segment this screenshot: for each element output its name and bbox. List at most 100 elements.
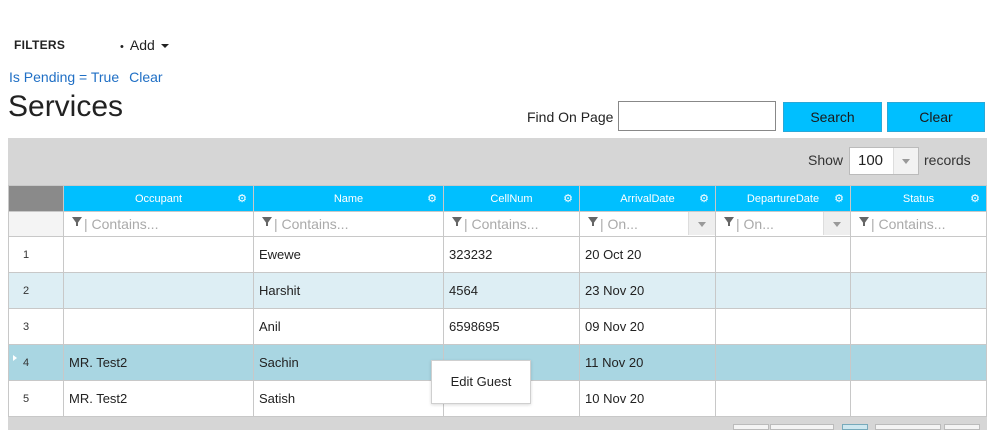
column-header-label: ArrivalDate <box>620 192 675 205</box>
chevron-down-icon[interactable] <box>823 212 850 235</box>
filter-cell-occupant[interactable]: | Contains... <box>63 211 254 237</box>
gear-icon[interactable]: ⚙ <box>699 192 709 205</box>
add-filter-label: Add <box>129 37 155 53</box>
filter-placeholder: | Contains... <box>274 216 349 232</box>
gear-icon[interactable]: ⚙ <box>237 192 247 205</box>
cell-status[interactable] <box>850 236 987 273</box>
cell-name[interactable]: Sachin <box>253 344 444 381</box>
cell-departuredate[interactable] <box>715 308 851 345</box>
column-header-label: Name <box>333 192 364 205</box>
filter-placeholder-text: Contains... <box>91 216 159 232</box>
search-button[interactable]: Search <box>783 102 882 132</box>
cell-occupant[interactable] <box>63 236 254 273</box>
cell-occupant[interactable]: MR. Test2 <box>63 380 254 417</box>
cell-cellnum[interactable]: 4564 <box>443 272 580 309</box>
cell-arrivaldate[interactable]: 23 Nov 20 <box>579 272 716 309</box>
column-header-status[interactable]: Status ⚙ <box>850 185 987 212</box>
filter-cell-status[interactable]: | Contains... <box>850 211 987 237</box>
gear-icon[interactable]: ⚙ <box>970 192 980 205</box>
cell-arrivaldate[interactable]: 09 Nov 20 <box>579 308 716 345</box>
page-title: Services <box>8 90 124 123</box>
pager-button[interactable] <box>944 424 980 430</box>
pager-button[interactable] <box>770 424 834 430</box>
funnel-icon[interactable] <box>452 217 462 226</box>
clear-search-button[interactable]: Clear <box>887 102 985 132</box>
table-row[interactable]: 3 Anil 6598695 09 Nov 20 <box>8 308 987 345</box>
cell-name[interactable]: Ewewe <box>253 236 444 273</box>
cell-arrivaldate[interactable]: 20 Oct 20 <box>579 236 716 273</box>
column-header-label: Status <box>902 192 935 205</box>
find-on-page-label: Find On Page <box>527 109 614 125</box>
pager-button[interactable] <box>733 424 769 430</box>
cell-name[interactable]: Anil <box>253 308 444 345</box>
cell-departuredate[interactable] <box>715 380 851 417</box>
filter-placeholder: | Contains... <box>871 216 946 232</box>
filter-placeholder-text: Contains... <box>878 216 946 232</box>
cell-name[interactable]: Harshit <box>253 272 444 309</box>
filter-cell-departuredate[interactable]: | On... <box>715 211 851 237</box>
cell-status[interactable] <box>850 380 987 417</box>
cell-arrivaldate[interactable]: 10 Nov 20 <box>579 380 716 417</box>
context-menu-item-edit-guest[interactable]: Edit Guest <box>432 361 530 403</box>
row-header-corner <box>8 185 64 212</box>
row-number: 3 <box>8 308 64 345</box>
column-header-name[interactable]: Name ⚙ <box>253 185 444 212</box>
row-number: 4 <box>8 344 64 381</box>
table-row[interactable]: 1 Ewewe 323232 20 Oct 20 <box>8 236 987 273</box>
cell-name[interactable]: Satish <box>253 380 444 417</box>
cell-departuredate[interactable] <box>715 272 851 309</box>
active-filter-link[interactable]: Is Pending = True <box>9 69 119 85</box>
cell-occupant[interactable] <box>63 272 254 309</box>
filter-row-header <box>8 211 64 237</box>
funnel-icon[interactable] <box>859 217 869 226</box>
row-number: 2 <box>8 272 64 309</box>
chevron-down-icon[interactable] <box>688 212 715 235</box>
cell-status[interactable] <box>850 272 987 309</box>
row-number: 1 <box>8 236 64 273</box>
filter-placeholder: | Contains... <box>84 216 159 232</box>
filter-placeholder-text: On... <box>607 216 638 232</box>
table-row[interactable]: 2 Harshit 4564 23 Nov 20 <box>8 272 987 309</box>
gear-icon[interactable]: ⚙ <box>563 192 573 205</box>
pager-current-page[interactable] <box>842 424 868 430</box>
show-label: Show <box>808 152 844 168</box>
row-pointer-icon <box>13 355 17 361</box>
column-header-arrivaldate[interactable]: ArrivalDate ⚙ <box>579 185 716 212</box>
filter-placeholder: | On... <box>600 216 638 232</box>
funnel-icon[interactable] <box>72 217 82 226</box>
records-label: records <box>924 152 971 168</box>
filter-placeholder: | On... <box>736 216 774 232</box>
cell-status[interactable] <box>850 308 987 345</box>
chevron-down-icon[interactable] <box>893 148 918 174</box>
column-header-departuredate[interactable]: DepartureDate ⚙ <box>715 185 851 212</box>
cell-cellnum[interactable]: 6598695 <box>443 308 580 345</box>
cell-status[interactable] <box>850 344 987 381</box>
cell-arrivaldate[interactable]: 11 Nov 20 <box>579 344 716 381</box>
clear-filter-link[interactable]: Clear <box>129 69 162 85</box>
gear-icon[interactable]: ⚙ <box>427 192 437 205</box>
add-filter-menu[interactable]: • Add <box>120 37 169 53</box>
cell-occupant[interactable] <box>63 308 254 345</box>
cell-cellnum[interactable]: 323232 <box>443 236 580 273</box>
gear-icon[interactable]: ⚙ <box>834 192 844 205</box>
filter-placeholder: | Contains... <box>464 216 539 232</box>
column-header-occupant[interactable]: Occupant ⚙ <box>63 185 254 212</box>
column-header-cellnum[interactable]: CellNum ⚙ <box>443 185 580 212</box>
filter-placeholder-text: On... <box>743 216 774 232</box>
filter-cell-arrivaldate[interactable]: | On... <box>579 211 716 237</box>
filter-placeholder-text: Contains... <box>471 216 539 232</box>
filter-cell-cellnum[interactable]: | Contains... <box>443 211 580 237</box>
funnel-icon[interactable] <box>588 217 598 226</box>
column-header-label: Occupant <box>134 192 183 205</box>
find-on-page-input[interactable] <box>618 101 776 131</box>
filters-title: FILTERS <box>14 38 66 52</box>
cell-occupant[interactable]: MR. Test2 <box>63 344 254 381</box>
page-size-select[interactable]: 100 <box>849 147 919 175</box>
cell-departuredate[interactable] <box>715 236 851 273</box>
pager-button[interactable] <box>875 424 941 430</box>
filter-cell-name[interactable]: | Contains... <box>253 211 444 237</box>
cell-departuredate[interactable] <box>715 344 851 381</box>
caret-down-icon <box>160 44 169 49</box>
funnel-icon[interactable] <box>724 217 734 226</box>
funnel-icon[interactable] <box>262 217 272 226</box>
